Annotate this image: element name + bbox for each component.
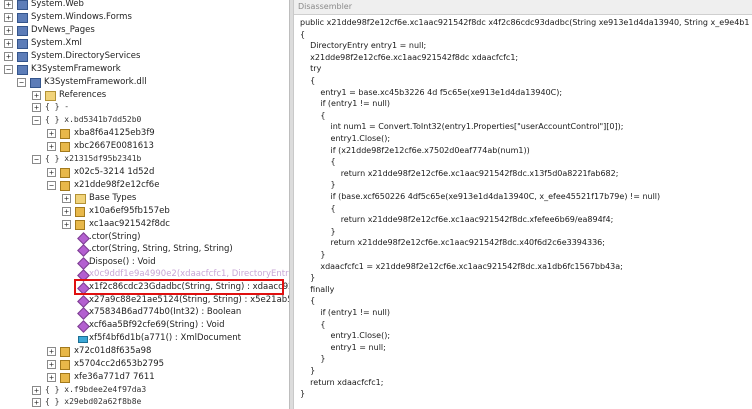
- code-line: xdaacfcfc1 = x21dde98f2e12cf6e.xc1aac921…: [300, 261, 623, 271]
- code-line: {: [300, 157, 336, 167]
- code-line: }: [300, 389, 306, 399]
- expand-icon[interactable]: +: [4, 26, 13, 35]
- code-line: if (base.xcf650226 4df5c65e(xe913e1d4da1…: [300, 192, 661, 201]
- selection-highlight-box: [74, 279, 284, 295]
- code-line: if (entry1 != null): [300, 308, 390, 317]
- code-line: x21dde98f2e12cf6e.xc1aac921542f8dc xdaac…: [300, 52, 519, 62]
- method-icon: [77, 307, 90, 320]
- code-line: {: [300, 319, 326, 329]
- collapse-icon[interactable]: −: [47, 181, 56, 190]
- expand-icon[interactable]: +: [47, 168, 56, 177]
- code-line: }: [300, 226, 336, 236]
- code-line: }: [300, 250, 326, 259]
- class-icon: [60, 347, 70, 357]
- expand-icon[interactable]: +: [47, 129, 56, 138]
- expand-icon[interactable]: +: [62, 220, 71, 229]
- code-line: }: [300, 180, 336, 190]
- code-line: {: [300, 76, 316, 85]
- code-line: finally: [300, 284, 335, 294]
- class-icon: [60, 129, 70, 139]
- code-line: return x21dde98f2e12cf6e.xc1aac921542f8d…: [300, 215, 614, 225]
- class-icon: [60, 373, 70, 383]
- assembly-icon: [17, 13, 28, 23]
- code-line: entry1.Close();: [300, 331, 391, 341]
- expand-icon[interactable]: +: [32, 103, 41, 112]
- assembly-tree-pane[interactable]: + System.Web + System.Windows.Forms + Dv…: [0, 0, 289, 409]
- code-line: {: [300, 110, 326, 120]
- expand-icon[interactable]: +: [4, 13, 13, 22]
- assembly-icon: [17, 26, 28, 36]
- code-line: }: [300, 273, 316, 283]
- code-line: {: [300, 296, 316, 306]
- expand-icon[interactable]: +: [47, 142, 56, 151]
- code-line: public x21dde98f2e12cf6e.xc1aac921542f8d…: [300, 18, 750, 27]
- code-line: {: [300, 203, 336, 213]
- code-line: DirectoryEntry entry1 = null;: [300, 41, 427, 51]
- expand-icon[interactable]: +: [47, 347, 56, 356]
- code-line: entry1 = null;: [300, 342, 386, 352]
- code-line: return xdaacfcfc1;: [300, 377, 384, 387]
- method-icon: [77, 244, 90, 257]
- code-line: {: [300, 29, 306, 39]
- class-icon: [60, 142, 70, 152]
- method-icon: [77, 295, 90, 308]
- collapse-icon[interactable]: −: [32, 155, 41, 164]
- expand-icon[interactable]: +: [4, 39, 13, 48]
- expand-icon[interactable]: +: [4, 0, 13, 9]
- code-line: }: [300, 366, 316, 375]
- code-line: return x21dde98f2e12cf6e.xc1aac921542f8d…: [300, 238, 605, 248]
- references-icon: [45, 91, 56, 101]
- code-line: int num1 = Convert.ToInt32(entry1.Proper…: [300, 122, 624, 132]
- expand-icon[interactable]: +: [62, 194, 71, 203]
- code-line: return x21dde98f2e12cf6e.xc1aac921542f8d…: [300, 168, 619, 178]
- assembly-icon: [17, 39, 28, 49]
- expand-icon[interactable]: +: [62, 207, 71, 216]
- method-icon: [77, 257, 90, 270]
- expand-icon[interactable]: +: [47, 373, 56, 382]
- base-types-icon: [75, 194, 86, 204]
- code-line: }: [300, 354, 326, 364]
- code-line: try: [300, 64, 322, 74]
- class-icon: [60, 181, 70, 191]
- expand-icon[interactable]: +: [47, 360, 56, 369]
- code-line: if (x21dde98f2e12cf6e.x7502d0eaf774ab(nu…: [300, 145, 530, 155]
- collapse-icon[interactable]: −: [4, 65, 13, 74]
- class-icon: [60, 168, 70, 178]
- disassembler-pane[interactable]: Disassembler public x21dde98f2e12cf6e.xc…: [294, 0, 752, 409]
- collapse-icon[interactable]: −: [17, 78, 26, 87]
- assembly-icon: [17, 65, 28, 75]
- nested-class-icon: [75, 220, 85, 230]
- expand-icon[interactable]: +: [32, 398, 41, 407]
- expand-icon[interactable]: +: [32, 91, 41, 100]
- method-icon: [77, 232, 90, 245]
- assembly-icon: [17, 52, 28, 62]
- nested-class-icon: [75, 207, 85, 217]
- disassembler-title: Disassembler: [294, 0, 752, 15]
- code-line: entry1 = base.xc45b3226 4d f5c65e(xe913e…: [300, 87, 563, 97]
- collapse-icon[interactable]: −: [32, 116, 41, 125]
- method-icon: [78, 336, 88, 343]
- expand-icon[interactable]: +: [32, 386, 41, 395]
- code-line: if (entry1 != null): [300, 99, 390, 109]
- method-icon: [77, 320, 90, 333]
- module-icon: [30, 78, 41, 88]
- class-icon: [60, 360, 70, 370]
- expand-icon[interactable]: +: [4, 52, 13, 61]
- code-line: entry1.Close();: [300, 134, 391, 143]
- assembly-icon: [17, 0, 28, 10]
